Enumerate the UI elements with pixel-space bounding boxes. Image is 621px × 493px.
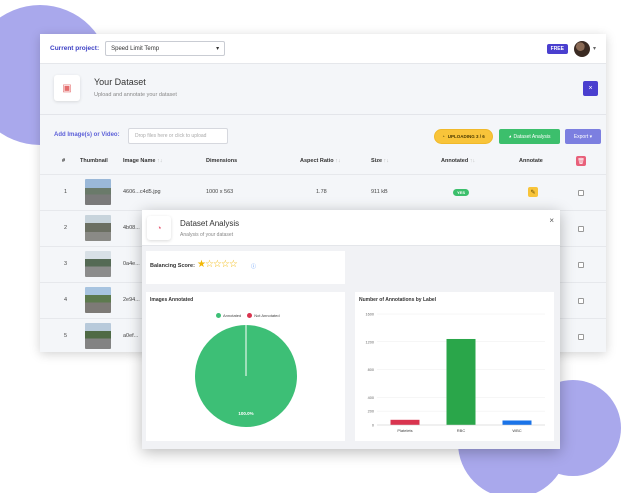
export-button[interactable]: Export ▾ [565, 129, 601, 144]
project-select[interactable]: Speed Limit Temp ▾ [105, 41, 226, 56]
annotations-by-label-card: Number of Annotations by Label 0 200 400 80… [355, 292, 554, 441]
dataset-header: ▣ Your Dataset Upload and annotate your … [40, 65, 606, 115]
bar-wbc [502, 420, 532, 425]
bar-rbc [446, 338, 476, 425]
page-title: Your Dataset [94, 77, 146, 87]
sort-icon: ↑↓ [469, 158, 476, 164]
thumbnail-image[interactable] [85, 323, 111, 349]
top-bar: Current project: Speed Limit Temp ▾ FREE… [40, 34, 606, 64]
thumbnail-image[interactable] [85, 251, 111, 277]
spinner-icon: ◔ [442, 134, 445, 139]
plan-badge: FREE [546, 43, 568, 54]
info-icon[interactable]: ⓘ [251, 263, 256, 270]
chevron-down-icon[interactable]: ▾ [593, 45, 596, 52]
column-header-label: Aspect Ratio [300, 158, 334, 164]
pie-slice-label: 100.0% [238, 411, 253, 416]
star-icons-empty: ☆☆☆☆ [204, 259, 238, 270]
trash-icon[interactable]: 🗑 [576, 156, 586, 166]
row-checkbox[interactable] [578, 190, 584, 196]
column-header-label: Size [371, 158, 383, 164]
chart-icon: ◕ [508, 133, 512, 140]
column-header-index: # [62, 158, 66, 164]
row-checkbox[interactable] [578, 262, 584, 268]
row-index: 4 [64, 297, 68, 303]
balancing-score-card: Balancing Score: ★☆☆☆☆ ⓘ [146, 251, 345, 284]
dataset-analysis-button[interactable]: ◕ Dataset Analysis [499, 129, 560, 144]
row-index: 2 [64, 225, 68, 231]
annotated-badge: YES [453, 189, 469, 196]
file-size: 911 kB [371, 189, 388, 195]
column-header-dimensions: Dimensions [206, 158, 238, 164]
dataset-analysis-modal: ◔ Dataset Analysis Analysis of your data… [142, 210, 560, 449]
column-header-annotate: Annotate [519, 158, 543, 164]
image-name: 2e94... [123, 297, 140, 303]
thumbnail-image[interactable] [85, 287, 111, 313]
column-header-size[interactable]: Size ↑↓ [371, 158, 389, 164]
y-tick-label: 200 [368, 410, 374, 414]
y-tick-label: 1600 [366, 313, 374, 317]
column-header-annotated[interactable]: Annotated ↑↓ [441, 158, 475, 164]
image-icon: ▣ [54, 75, 80, 101]
modal-header: ◔ Dataset Analysis Analysis of your data… [142, 210, 560, 246]
modal-close-button[interactable]: × [549, 216, 554, 225]
dataset-analysis-label: Dataset Analysis [513, 133, 551, 140]
sort-icon: ↑↓ [383, 158, 390, 164]
x-tick-label: Platelets [397, 428, 412, 433]
balancing-score-label: Balancing Score: [150, 263, 195, 269]
thumbnail-image[interactable] [85, 215, 111, 241]
row-index: 3 [64, 261, 68, 267]
column-header-label: Annotated [441, 158, 469, 164]
pencil-icon[interactable]: ✎ [528, 187, 538, 197]
upload-toolbar: Add Image(s) or Video: Drop files here o… [40, 124, 606, 148]
bar-chart: 0 200 400 800 1200 1600 Platelets RBC WBC [366, 313, 545, 433]
current-project-label: Current project: [50, 45, 100, 52]
project-select-value: Speed Limit Temp [111, 45, 160, 52]
upload-status-badge: ◔ UPLOADING 3 / 6 [434, 129, 493, 144]
row-index: 1 [64, 189, 68, 195]
star-rating: ★☆☆☆☆ [197, 259, 238, 270]
modal-title: Dataset Analysis [180, 219, 240, 228]
x-tick-label: WBC [512, 428, 521, 433]
row-checkbox[interactable] [578, 226, 584, 232]
y-tick-label: 0 [372, 424, 374, 428]
aspect-ratio: 1.78 [316, 189, 327, 195]
upload-label: Add Image(s) or Video: [54, 132, 120, 138]
thumbnail-image[interactable] [85, 179, 111, 205]
image-name: 4b08... [123, 225, 140, 231]
image-name: 0a4e... [123, 261, 140, 267]
close-button[interactable]: × [583, 81, 598, 96]
upload-status-text: UPLOADING 3 / 6 [447, 134, 485, 139]
image-dimensions: 1000 x 563 [206, 189, 234, 195]
y-tick-label: 1200 [366, 340, 374, 344]
pie-chart-icon: ◔ [147, 216, 171, 240]
table-row[interactable]: 1 4606...c4d5.jpg 1000 x 563 1.78 911 kB… [40, 174, 606, 210]
y-tick-label: 800 [368, 368, 374, 372]
image-name: 4606...c4d5.jpg [123, 189, 161, 195]
column-header-image-name[interactable]: Image Name ↑↓ [123, 158, 162, 164]
row-checkbox[interactable] [578, 298, 584, 304]
modal-subtitle: Analysis of your dataset [180, 232, 234, 238]
chevron-down-icon: ▾ [216, 46, 220, 52]
star-icon-filled: ★ [197, 259, 206, 270]
bar-platelets [390, 419, 420, 425]
avatar[interactable] [573, 40, 590, 57]
column-header-thumbnail: Thumbnail [80, 158, 108, 164]
page-subtitle: Upload and annotate your dataset [94, 92, 177, 98]
row-index: 5 [64, 333, 68, 339]
image-name: a0ef... [123, 333, 139, 339]
screenshot-stage: Current project: Speed Limit Temp ▾ FREE… [0, 0, 621, 493]
pie-chart: 100.0% [195, 325, 297, 427]
y-tick-label: 400 [368, 396, 374, 400]
row-checkbox[interactable] [578, 334, 584, 340]
images-annotated-card: Images Annotated Annotated Not Annotated… [146, 292, 345, 441]
sort-icon: ↑↓ [156, 158, 163, 164]
file-drop-zone[interactable]: Drop files here or click to upload [128, 128, 228, 144]
column-header-label: Image Name [123, 158, 156, 164]
column-header-aspect-ratio[interactable]: Aspect Ratio ↑↓ [300, 158, 341, 164]
sort-icon: ↑↓ [335, 158, 341, 164]
x-tick-label: RBC [457, 428, 466, 433]
